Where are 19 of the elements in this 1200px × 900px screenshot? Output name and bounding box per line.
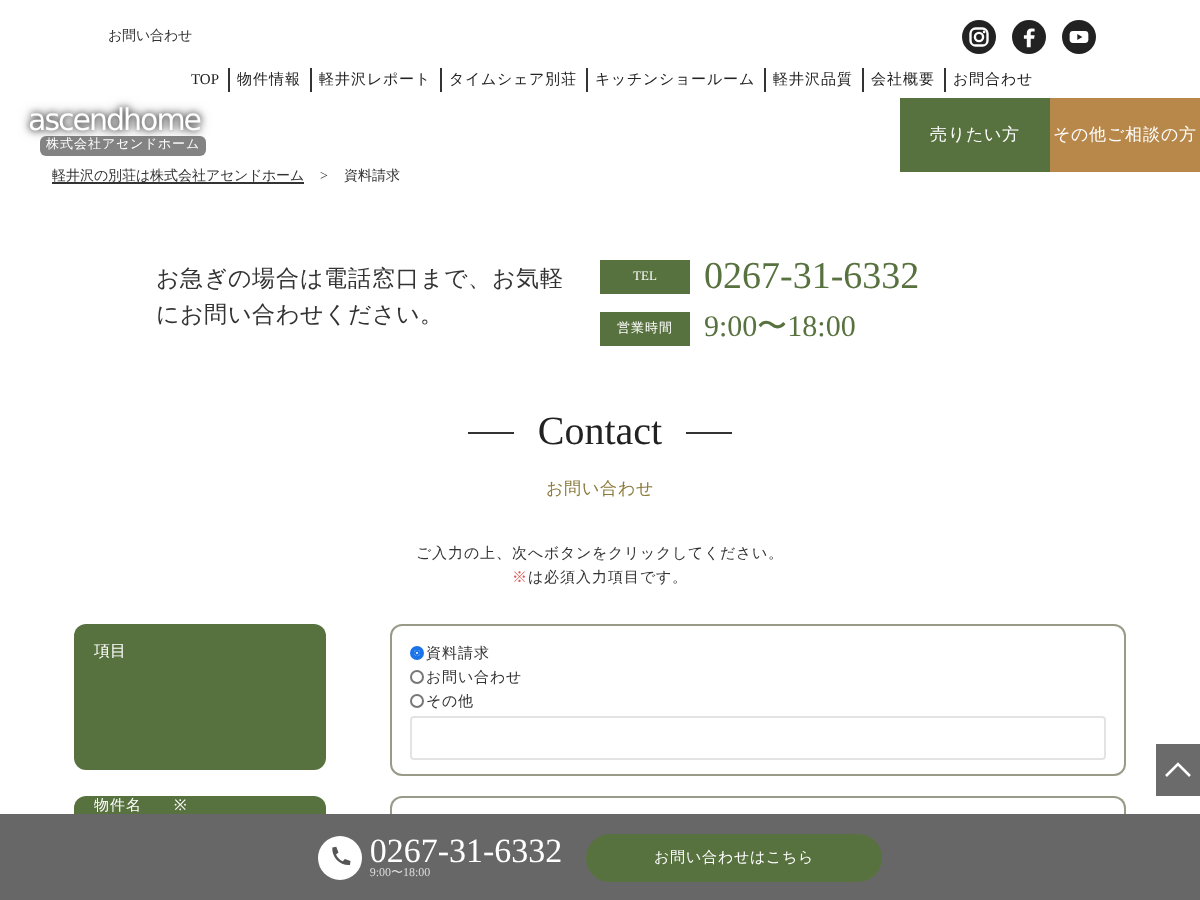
contact-message: お急ぎの場合は電話窓口まで、お気軽にお問い合わせください。 — [156, 264, 566, 333]
instagram-icon[interactable] — [962, 19, 996, 53]
form-label: 項目 — [94, 639, 126, 664]
radio-button[interactable] — [410, 694, 424, 709]
business-hours: 9:00〜18:00 — [704, 314, 856, 344]
radio-button[interactable] — [410, 670, 424, 685]
facebook-icon[interactable] — [1012, 19, 1046, 53]
chevron-up-icon — [1164, 760, 1192, 781]
cta-button[interactable]: 売りたい方 — [900, 98, 1050, 172]
radio-button[interactable] — [410, 646, 424, 661]
text-input[interactable] — [410, 715, 1106, 760]
youtube-icon[interactable] — [1062, 19, 1096, 53]
section-title: Contact — [537, 408, 663, 458]
logo[interactable]: ascendhome — [28, 106, 201, 136]
section-subtitle: お問い合わせ — [546, 478, 654, 498]
phone-number: 0267-31-6332 — [704, 258, 920, 296]
phone-number: 0267-31-6332 — [369, 834, 563, 868]
phone-icon[interactable] — [317, 835, 362, 879]
back-to-top-button[interactable] — [1156, 744, 1200, 796]
